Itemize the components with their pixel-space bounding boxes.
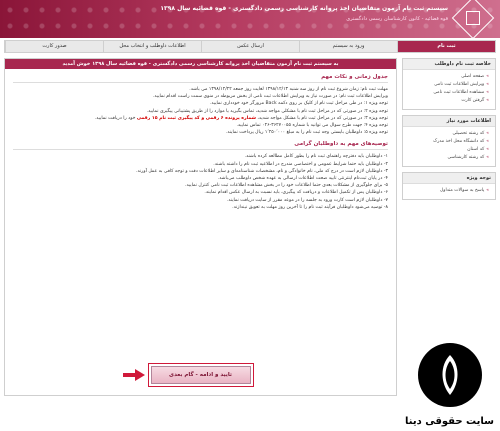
sidebar-item-university-code[interactable]: کد دانشگاه محل اخذ مدرک (407, 138, 489, 146)
divider (13, 149, 388, 151)
tab-login[interactable]: ورود به سیستم (299, 41, 397, 52)
recommendation-item: ۳- داوطلبان لازم است در درج کد ملی، نام … (136, 168, 388, 174)
button-highlight-frame: تایید و ادامه - گام بعدی (122, 363, 254, 387)
sidebar-box-title: اطلاعات مورد نیاز (403, 116, 495, 127)
section-title-schedule: جدول زمانی و نکات مهم (321, 74, 388, 80)
main-content: به سیستم ثبت نام آزمون متقاضیان اخذ پروا… (4, 58, 397, 396)
recommendation-item: ۶- داوطلبان پس از تکمیل اطلاعات و دریافت… (204, 190, 388, 196)
watermark: سایت حقوقی دینا (400, 343, 500, 431)
info-paragraph: توجه ویژه ۲: در صورتی که در مراحل ثبت نا… (146, 108, 388, 114)
recommendation-item: ۱- داوطلبان باید دفترچه راهنمای ثبت نام … (244, 154, 388, 160)
info-paragraph: توجه ویژه ۵: داوطلبان بایستی وجه ثبت نام… (225, 130, 388, 136)
sidebar-box-special-note: توجه ویژه پاسخ به سوالات متداول (402, 172, 496, 200)
info-paragraph: مهلت ثبت نام: زمان شروع ثبت نام از روز س… (189, 87, 388, 92)
top-navigation: ثبت نام ورود به سیستم ارسال عکس اطلاعات … (4, 40, 496, 53)
site-header: سیستم ثبت نام آزمون متقاضیان اخذ پروانه … (0, 0, 500, 38)
info-paragraph: توجه ویژه ۳: در صورتی که در مراحل ثبت نا… (13, 115, 388, 122)
highlight-text: شماره پرونده ۶ رقمی و کد پیگیری ثبت نام … (136, 115, 256, 121)
divider (13, 82, 388, 83)
sidebar-item-field-code[interactable]: کد رشته تحصیلی (407, 130, 489, 138)
recommendation-item: ۷- داوطلبان لازم است کارت ورود به جلسه ر… (226, 197, 388, 203)
sidebar-item-faq[interactable]: پاسخ به سوالات متداول (407, 187, 489, 195)
recommendation-item: ۸- توصیه می‌شود داوطلبان فرآیند ثبت نام … (232, 204, 388, 210)
info-text: توجه ویژه ۳: در صورتی که در مراحل ثبت نا… (255, 115, 388, 121)
sidebar-item-view[interactable]: مشاهده اطلاعات ثبت نامی (407, 89, 489, 97)
watermark-text: سایت حقوقی دینا (405, 416, 494, 427)
info-paragraph: توجه ویژه ۱: در طی مراحل ثبت نام از کلیک… (209, 101, 388, 107)
welcome-banner: به سیستم ثبت نام آزمون متقاضیان اخذ پروا… (5, 59, 396, 69)
info-paragraph: توجه ویژه ۴: جهت طرح سوال می توانید با ش… (236, 123, 388, 129)
sidebar-item-expert-code[interactable]: کد رشته کارشناسی (407, 154, 489, 162)
sidebar-box-title: خلاصه ثبت نام داوطلب (403, 59, 495, 70)
header-subtitle: قوه قضائیه - کانون کارشناسان رسمی دادگست… (346, 16, 448, 22)
arrow-right-icon (122, 369, 145, 381)
header-title: سیستم ثبت نام آزمون متقاضیان اخذ پروانه … (160, 5, 448, 12)
sidebar-box-summary: خلاصه ثبت نام داوطلب صفحه اصلی ویرایش اط… (402, 58, 496, 110)
tab-issue-card[interactable]: صدور کارت (5, 41, 103, 52)
info-paragraph: ویرایش اطلاعات ثبت نام: در صورت نیاز به … (152, 94, 388, 100)
tab-register[interactable]: ثبت نام (397, 41, 495, 52)
sidebar-item-card[interactable]: گرفتن کارت (407, 97, 489, 105)
watermark-logo-icon (418, 343, 482, 407)
sidebar-item-province-code[interactable]: کد استان (407, 146, 489, 154)
sidebar: خلاصه ثبت نام داوطلب صفحه اصلی ویرایش اط… (402, 58, 496, 205)
section-title-recommendations: توصیه‌های مهم به داوطلبان گرامی (294, 141, 388, 148)
tab-send-photo[interactable]: ارسال عکس (201, 41, 299, 52)
confirm-continue-button[interactable]: تایید و ادامه - گام بعدی (150, 366, 251, 384)
button-area: تایید و ادامه - گام بعدی (5, 363, 396, 387)
sidebar-box-title: توجه ویژه (403, 173, 495, 184)
sidebar-item-home[interactable]: صفحه اصلی (407, 73, 489, 81)
info-text: خود را دریافت نمایید. (94, 115, 137, 121)
recommendation-item: ۵- برای جلوگیری از مشکلات بعدی حتما اطلا… (185, 183, 388, 189)
tab-applicant-info[interactable]: اطلاعات داوطلب و انتخاب محل (103, 41, 201, 52)
recommendation-item: ۲- داوطلبان باید حتما شرایط عمومی و اختص… (213, 161, 388, 167)
recommendation-item: ۴- در پایان ثبت‌نام اینترنتی تایید صحت ا… (217, 176, 388, 182)
sidebar-box-required-info: اطلاعات مورد نیاز کد رشته تحصیلی کد دانش… (402, 115, 496, 167)
sidebar-item-edit[interactable]: ویرایش اطلاعات ثبت نامی (407, 81, 489, 89)
